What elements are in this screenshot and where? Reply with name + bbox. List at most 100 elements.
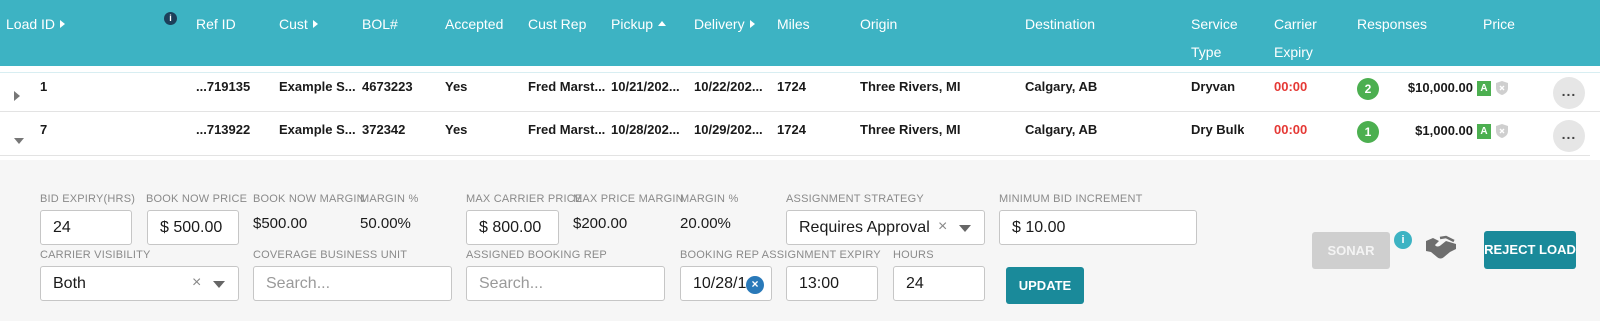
chevron-down-icon[interactable] bbox=[959, 225, 971, 232]
book-now-price-input[interactable]: $ 500.00 bbox=[147, 210, 239, 245]
column-header-ref-id[interactable]: Ref ID bbox=[196, 10, 236, 38]
cell-delivery: 10/22/202... bbox=[694, 79, 763, 94]
carrier-visibility-select[interactable]: Both bbox=[40, 266, 239, 301]
cell-accepted: Yes bbox=[445, 122, 468, 137]
column-header-label: Delivery bbox=[694, 16, 745, 32]
column-header-destination[interactable]: Destination bbox=[1025, 10, 1095, 38]
table-header: Load ID i Ref ID Cust BOL# Accepted Cust… bbox=[0, 0, 1600, 66]
price-status-badge: A bbox=[1477, 124, 1491, 139]
sort-arrow-icon bbox=[749, 20, 755, 28]
cell-cust-rep: Fred Marst... bbox=[528, 122, 606, 137]
column-header-delivery[interactable]: Delivery bbox=[694, 10, 755, 38]
responses-badge[interactable]: 2 bbox=[1357, 78, 1379, 100]
carrier-visibility-value: Both bbox=[53, 275, 86, 292]
column-header-load-id[interactable]: Load ID bbox=[6, 10, 66, 38]
cell-bol: 4673223 bbox=[362, 79, 413, 94]
assigned-booking-rep-search[interactable]: Search... bbox=[466, 266, 665, 301]
cell-ref-id: ...719135 bbox=[196, 79, 251, 94]
book-now-margin-value: $500.00 bbox=[253, 215, 308, 232]
sort-arrow-icon bbox=[60, 20, 66, 28]
cell-pickup: 10/28/202... bbox=[611, 122, 680, 137]
cell-cust: Example S... bbox=[279, 79, 356, 94]
cell-carrier-expiry: 00:00 bbox=[1274, 79, 1308, 94]
expand-row-icon[interactable] bbox=[14, 85, 26, 101]
table-row[interactable]: 7 ...713922 Example S... 372342 Yes Fred… bbox=[0, 116, 1590, 156]
sort-arrow-icon bbox=[312, 20, 318, 28]
max-price-margin-value: $200.00 bbox=[573, 215, 628, 232]
assignment-strategy-label: ASSIGNMENT STRATEGY bbox=[786, 193, 924, 205]
book-now-margin-label: BOOK NOW MARGIN bbox=[253, 193, 365, 205]
cell-ref-id: ...713922 bbox=[196, 122, 251, 137]
assigned-booking-rep-label: ASSIGNED BOOKING REP bbox=[466, 249, 607, 261]
price-status-badge: A bbox=[1477, 81, 1491, 96]
min-bid-increment-input[interactable]: $ 10.00 bbox=[999, 210, 1197, 245]
info-icon[interactable]: i bbox=[1394, 231, 1412, 249]
cell-destination: Calgary, AB bbox=[1025, 122, 1098, 137]
hours-input[interactable]: 24 bbox=[893, 266, 985, 301]
bid-expiry-input[interactable]: 24 bbox=[40, 210, 132, 245]
book-now-price-label: BOOK NOW PRICE bbox=[146, 193, 248, 205]
responses-badge[interactable]: 1 bbox=[1357, 121, 1379, 143]
column-header-origin[interactable]: Origin bbox=[860, 10, 897, 38]
column-header-cust-rep[interactable]: Cust Rep bbox=[528, 10, 586, 38]
cell-carrier-expiry: 00:00 bbox=[1274, 122, 1308, 137]
sonar-button[interactable]: SONAR bbox=[1312, 232, 1390, 269]
cell-pickup: 10/21/202... bbox=[611, 79, 680, 94]
sort-ascending-icon bbox=[658, 21, 667, 26]
shield-x-icon bbox=[1496, 124, 1508, 138]
column-header-label: Miles bbox=[777, 16, 810, 32]
more-options-button[interactable]: ... bbox=[1553, 77, 1585, 109]
column-header-label: Service Type bbox=[1191, 16, 1238, 60]
coverage-business-unit-search[interactable]: Search... bbox=[253, 266, 452, 301]
column-header-label: Origin bbox=[860, 16, 898, 32]
update-button[interactable]: UPDATE bbox=[1006, 267, 1084, 304]
cell-cust: Example S... bbox=[279, 122, 356, 137]
cell-bol: 372342 bbox=[362, 122, 406, 137]
cell-accepted: Yes bbox=[445, 79, 468, 94]
max-margin-percent-value: 20.00% bbox=[680, 215, 731, 232]
carrier-visibility-label: CARRIER VISIBILITY bbox=[40, 249, 151, 261]
column-header-carrier-expiry[interactable]: Carrier Expiry bbox=[1274, 10, 1344, 66]
assignment-strategy-select[interactable]: Requires Approval bbox=[786, 210, 985, 245]
column-header-accepted[interactable]: Accepted bbox=[445, 10, 503, 38]
table-row[interactable]: 1 ...719135 Example S... 4673223 Yes Fre… bbox=[0, 72, 1600, 112]
column-header-miles[interactable]: Miles bbox=[777, 10, 810, 38]
column-header-label: Destination bbox=[1025, 16, 1096, 32]
column-header-label: Pickup bbox=[611, 16, 654, 32]
clear-date-icon[interactable]: × bbox=[746, 276, 764, 294]
reject-load-button[interactable]: REJECT LOAD bbox=[1484, 231, 1576, 269]
cell-load-id: 1 bbox=[40, 79, 48, 94]
margin-percent-value: 50.00% bbox=[360, 215, 411, 232]
assignment-strategy-value: Requires Approval bbox=[799, 219, 930, 236]
collapse-row-icon[interactable] bbox=[14, 128, 26, 144]
clear-icon[interactable]: × bbox=[192, 274, 201, 292]
cell-service-type: Dry Bulk bbox=[1191, 122, 1245, 137]
column-header-label: Load ID bbox=[6, 16, 56, 32]
cell-price: $10,000.00 bbox=[1407, 80, 1473, 95]
cell-miles: 1724 bbox=[777, 122, 806, 137]
cell-load-id: 7 bbox=[40, 122, 48, 137]
column-header-responses[interactable]: Responses bbox=[1357, 10, 1427, 38]
hours-label: HOURS bbox=[893, 249, 934, 261]
clear-icon[interactable]: × bbox=[938, 218, 947, 236]
column-header-label: BOL# bbox=[362, 16, 398, 32]
chevron-down-icon[interactable] bbox=[213, 281, 225, 288]
more-options-button[interactable]: ... bbox=[1553, 120, 1585, 152]
cell-price: $1,000.00 bbox=[1415, 123, 1473, 138]
max-carrier-price-label: MAX CARRIER PRICE bbox=[466, 193, 583, 205]
column-header-label: Cust bbox=[279, 16, 308, 32]
column-header-label: Price bbox=[1483, 16, 1515, 32]
column-header-bol[interactable]: BOL# bbox=[362, 10, 398, 38]
booking-rep-expiry-time-input[interactable]: 13:00 bbox=[786, 266, 878, 301]
max-carrier-price-input[interactable]: $ 800.00 bbox=[466, 210, 559, 245]
info-icon[interactable]: i bbox=[164, 12, 177, 25]
bid-expiry-label: BID EXPIRY(HRS) bbox=[40, 193, 136, 205]
column-header-pickup[interactable]: Pickup bbox=[611, 10, 667, 38]
handshake-icon[interactable] bbox=[1424, 232, 1458, 262]
column-header-label: Carrier Expiry bbox=[1274, 16, 1317, 60]
cell-destination: Calgary, AB bbox=[1025, 79, 1098, 94]
column-header-price[interactable]: Price bbox=[1483, 10, 1515, 38]
coverage-business-unit-label: COVERAGE BUSINESS UNIT bbox=[253, 249, 408, 261]
column-header-cust[interactable]: Cust bbox=[279, 10, 318, 38]
column-header-service-type[interactable]: Service Type bbox=[1191, 10, 1261, 66]
